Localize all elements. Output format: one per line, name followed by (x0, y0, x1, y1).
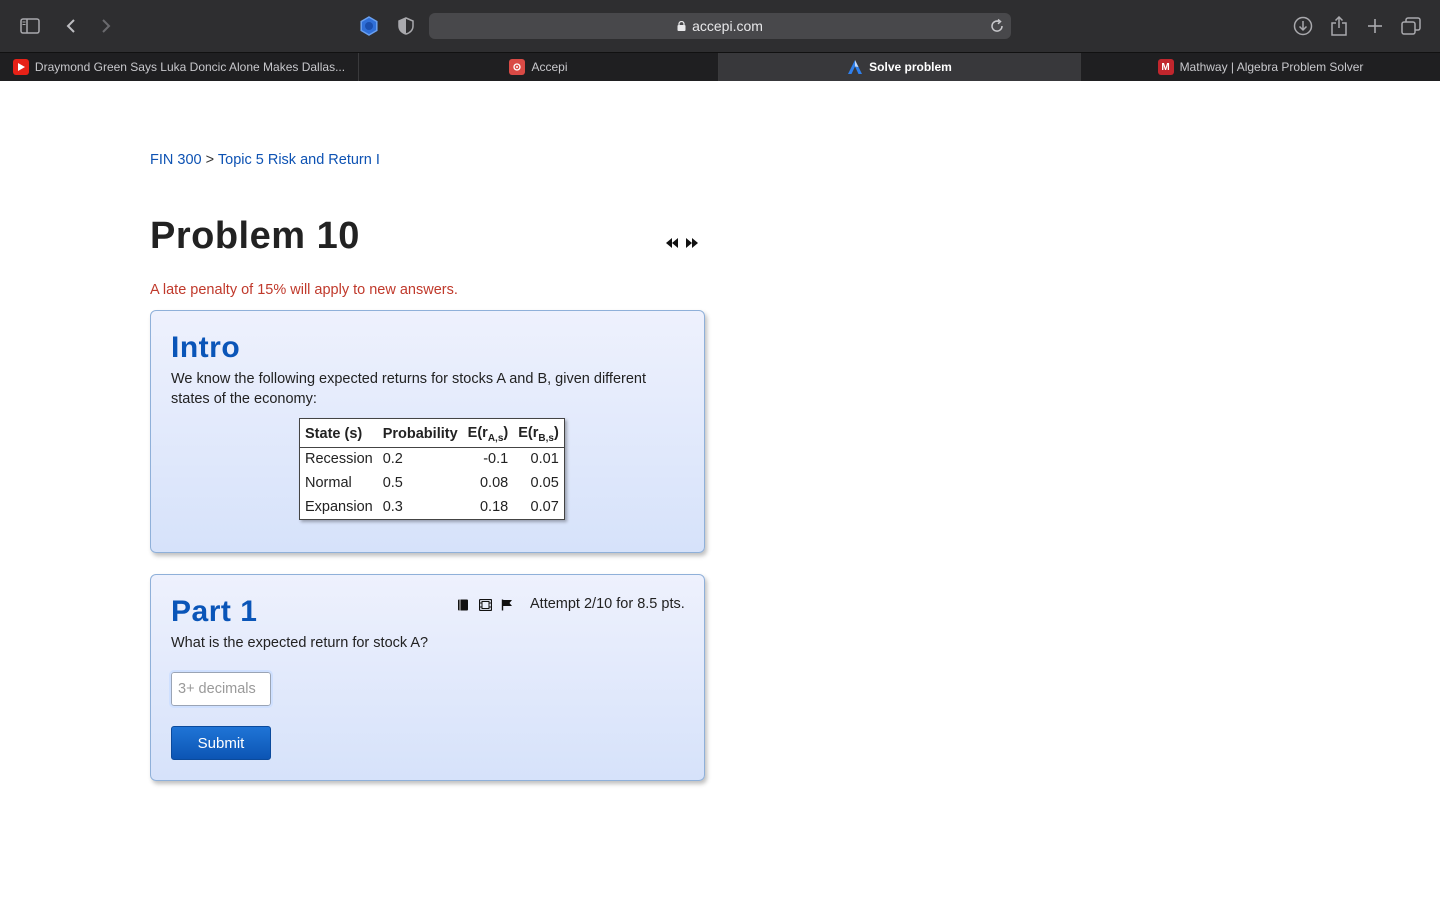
tab-label: Mathway | Algebra Problem Solver (1179, 60, 1364, 74)
attempt-counter: Attempt 2/10 for 8.5 pts. (530, 596, 685, 612)
intro-card: Intro We know the following expected ret… (150, 310, 705, 553)
page-content: FIN 300 > Topic 5 Risk and Return I Prob… (0, 81, 1440, 900)
cell-state: Recession (305, 451, 373, 468)
table-row: Recession 0.2 -0.1 0.01 (300, 447, 565, 471)
cell-state: Expansion (305, 498, 373, 515)
extension-icon[interactable] (356, 13, 382, 39)
next-problem-icon[interactable] (685, 236, 699, 250)
part1-heading: Part 1 (171, 595, 258, 628)
cell-probability: 0.5 (382, 474, 403, 491)
privacy-shield-icon[interactable] (393, 13, 419, 39)
problem-navigation (665, 236, 699, 250)
page-title: Problem 10 (150, 215, 360, 257)
tab-label: Accepi (531, 60, 568, 74)
table-header-row: State (s) Probability E(rA,s) E(rB,s) (299, 418, 565, 448)
intro-heading: Intro (171, 331, 241, 364)
tab-accepi[interactable]: Accepi (359, 53, 719, 81)
submit-button[interactable]: Submit (171, 726, 271, 760)
late-penalty-notice: A late penalty of 15% will apply to new … (150, 282, 458, 298)
header-probability: Probability (377, 418, 463, 448)
notes-icon[interactable] (457, 598, 469, 611)
cell-return-b: 0.01 (530, 451, 559, 468)
cell-return-a: 0.18 (479, 498, 509, 515)
address-bar[interactable]: accepi.com (429, 13, 1011, 39)
browser-toolbar: accepi.com (0, 0, 1440, 52)
returns-table: State (s) Probability E(rA,s) E(rB,s) Re… (299, 418, 565, 520)
previous-problem-icon[interactable] (665, 236, 679, 250)
tab-label: Draymond Green Says Luka Doncic Alone Ma… (34, 60, 346, 74)
tab-youtube[interactable]: Draymond Green Says Luka Doncic Alone Ma… (0, 53, 359, 81)
cell-return-b: 0.07 (530, 498, 559, 515)
lock-icon (677, 21, 686, 31)
header-state: State (s) (299, 418, 378, 448)
cell-return-b: 0.05 (530, 474, 559, 491)
downloads-icon[interactable] (1290, 13, 1316, 39)
answer-input[interactable] (169, 670, 273, 708)
part1-tools (457, 598, 513, 612)
tab-solve-problem[interactable]: Solve problem (719, 53, 1081, 81)
part1-question: What is the expected return for stock A? (171, 635, 429, 651)
accepi-icon (509, 59, 526, 75)
breadcrumb-separator: > (205, 152, 215, 168)
video-icon[interactable] (478, 598, 493, 612)
breadcrumb: FIN 300 > Topic 5 Risk and Return I (150, 152, 380, 168)
new-tab-icon[interactable] (1362, 13, 1388, 39)
header-return-b: E(rB,s) (513, 418, 565, 448)
breadcrumb-topic-link[interactable]: Topic 5 Risk and Return I (218, 152, 380, 168)
share-icon[interactable] (1326, 13, 1352, 39)
cell-state: Normal (305, 474, 352, 491)
cell-return-a: 0.08 (479, 474, 509, 491)
mathway-icon: M (1157, 59, 1174, 75)
breadcrumb-course-link[interactable]: FIN 300 (150, 152, 202, 168)
reload-icon[interactable] (989, 18, 1005, 34)
accepi-a-icon (847, 59, 863, 75)
tab-label: Solve problem (869, 60, 952, 74)
tab-overview-icon[interactable] (1398, 13, 1424, 39)
tab-mathway[interactable]: M Mathway | Algebra Problem Solver (1081, 53, 1440, 81)
intro-text: We know the following expected returns f… (171, 371, 647, 407)
part1-card: Part 1 Attempt 2/10 for 8.5 pts. What is… (150, 574, 705, 781)
table-row: Expansion 0.3 0.18 0.07 (300, 495, 565, 519)
forward-icon[interactable] (93, 13, 119, 39)
sidebar-toggle-icon[interactable] (17, 13, 43, 39)
youtube-icon (12, 59, 29, 75)
tab-bar: Draymond Green Says Luka Doncic Alone Ma… (0, 52, 1440, 81)
back-icon[interactable] (58, 13, 84, 39)
url-text: accepi.com (692, 18, 763, 34)
cell-probability: 0.3 (382, 498, 403, 515)
flag-icon[interactable] (501, 598, 513, 611)
table-row: Normal 0.5 0.08 0.05 (300, 471, 565, 495)
cell-probability: 0.2 (382, 451, 403, 468)
cell-return-a: -0.1 (483, 451, 509, 468)
header-return-a: E(rA,s) (462, 418, 514, 448)
